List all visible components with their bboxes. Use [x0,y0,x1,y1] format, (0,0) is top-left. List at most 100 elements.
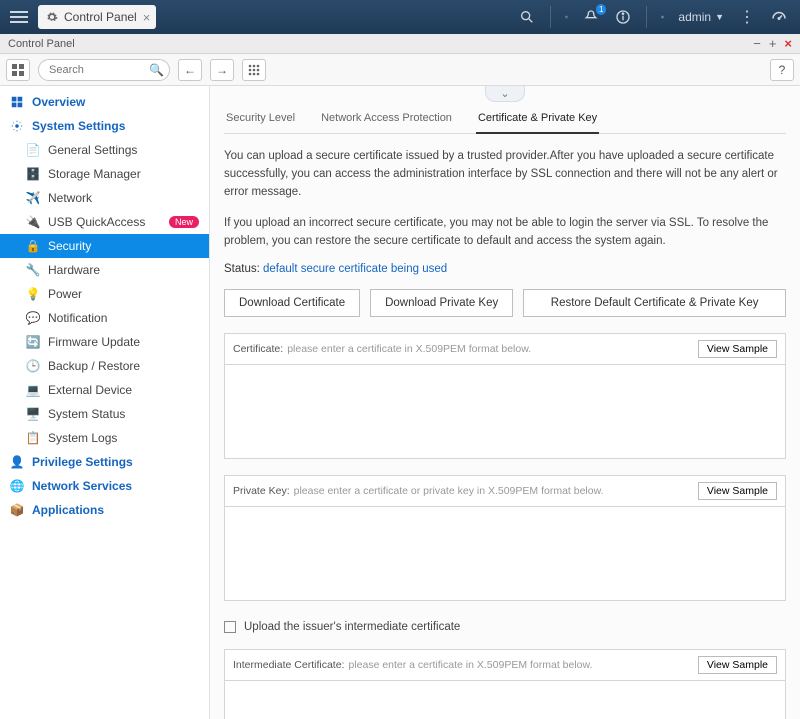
search-field: 🔍 [38,59,170,81]
globe-icon: 🌐 [10,479,24,493]
apps-icon: 📦 [10,503,24,517]
download-private-key-button[interactable]: Download Private Key [370,289,513,317]
sidebar-item-notification[interactable]: 💬 Notification [0,306,209,330]
collapse-nub[interactable]: ⌄ [485,86,525,102]
sidebar: Overview System Settings 📄 General Settin… [0,86,210,719]
tab-network-access-protection[interactable]: Network Access Protection [319,106,454,133]
forward-button[interactable]: → [210,59,234,81]
sidebar-label: USB QuickAccess [48,215,145,229]
app-tab-label: Control Panel [64,10,137,24]
window-controls: − + × [753,36,792,51]
topbar-icons: 1 admin▼ ⋮ [518,6,794,28]
more-icon[interactable]: ⋮ [738,8,756,26]
view-grid-button[interactable] [6,59,30,81]
gear-icon [46,11,58,23]
menu-icon[interactable] [6,4,32,30]
private-key-header: Private Key: please enter a certificate … [224,475,786,506]
sidebar-label: Power [48,287,82,301]
intermediate-checkbox-row: Upload the issuer's intermediate certifi… [224,621,786,633]
sidebar-label: Network Services [32,479,132,493]
certificate-view-sample-button[interactable]: View Sample [698,340,777,358]
sidebar-label: Notification [48,311,107,325]
device-icon: 💻 [26,383,40,397]
sidebar-item-usb-quickaccess[interactable]: 🔌USB QuickAccessNew [0,210,209,234]
close-tab-icon[interactable]: × [143,10,151,25]
storage-icon: 🗄️ [26,167,40,181]
intermediate-hint: please enter a certificate in X.509PEM f… [348,659,592,671]
window-header: Control Panel − + × [0,34,800,54]
action-buttons: Download Certificate Download Private Ke… [224,289,786,317]
intermediate-view-sample-button[interactable]: View Sample [698,656,777,674]
notification-badge: 1 [596,4,606,15]
certificate-box: Certificate: please enter a certificate … [224,333,786,459]
main-area: Overview System Settings 📄 General Settin… [0,86,800,719]
bell-icon: 💬 [26,311,40,325]
user-menu[interactable]: admin▼ [678,10,724,24]
content-tabs: Security Level Network Access Protection… [224,106,786,134]
notifications-icon[interactable]: 1 [582,8,600,26]
update-icon: 🔄 [26,335,40,349]
tasks-icon[interactable] [550,6,568,28]
sidebar-label: General Settings [48,143,137,157]
sidebar-item-hardware[interactable]: 🔧Hardware [0,258,209,282]
network-icon: ✈️ [26,191,40,205]
search-icon[interactable] [518,8,536,26]
window-title: Control Panel [8,38,75,50]
content-pane: ⌄ Security Level Network Access Protecti… [210,86,800,719]
sidebar-group-system-settings[interactable]: System Settings [0,114,209,138]
tab-security-level[interactable]: Security Level [224,106,297,133]
dashboard-icon[interactable] [770,8,788,26]
info-icon[interactable] [614,8,632,26]
topbar: Control Panel × 1 admin▼ ⋮ [0,0,800,34]
sidebar-label: System Status [48,407,125,421]
sidebar-item-security[interactable]: 🔒Security [0,234,209,258]
certificate-header: Certificate: please enter a certificate … [224,333,786,364]
certificate-textarea[interactable] [224,364,786,459]
sidebar-item-backup-restore[interactable]: 🕒 Backup / Restore [0,354,209,378]
sidebar-item-network[interactable]: ✈️Network [0,186,209,210]
sidebar-item-firmware-update[interactable]: 🔄Firmware Update [0,330,209,354]
sidebar-item-system-status[interactable]: 🖥️ System Status [0,402,209,426]
intermediate-textarea[interactable] [224,680,786,719]
sidebar-group-applications[interactable]: 📦Applications [0,498,209,522]
monitor-icon: 🖥️ [26,407,40,421]
sidebar-item-power[interactable]: 💡Power [0,282,209,306]
sidebar-group-network-services[interactable]: 🌐 Network Services [0,474,209,498]
user-icon[interactable] [646,6,664,28]
status-line: Status: default secure certificate being… [224,263,786,275]
intermediate-checkbox[interactable] [224,621,236,633]
status-label: Status: [224,263,260,275]
sidebar-label: Overview [32,95,85,109]
sidebar-label: Backup / Restore [48,359,140,373]
doc-icon: 📄 [26,143,40,157]
help-button[interactable]: ? [770,59,794,81]
app-tab-control-panel[interactable]: Control Panel × [38,5,156,29]
certificate-label: Certificate: [233,343,283,355]
toolbar: 🔍 ← → ? [0,54,800,86]
intro-paragraph-2: If you upload an incorrect secure certif… [224,215,786,251]
tab-certificate-private-key[interactable]: Certificate & Private Key [476,106,599,134]
apps-button[interactable] [242,59,266,81]
restore-default-button[interactable]: Restore Default Certificate & Private Ke… [523,289,786,317]
chevron-down-icon: ▼ [715,12,724,22]
private-key-view-sample-button[interactable]: View Sample [698,482,777,500]
sidebar-item-storage-manager[interactable]: 🗄️Storage Manager [0,162,209,186]
download-certificate-button[interactable]: Download Certificate [224,289,360,317]
backup-icon: 🕒 [26,359,40,373]
back-button[interactable]: ← [178,59,202,81]
sidebar-group-privilege-settings[interactable]: 👤Privilege Settings [0,450,209,474]
usb-icon: 🔌 [26,215,40,229]
maximize-icon[interactable]: + [769,36,777,51]
intermediate-header: Intermediate Certificate: please enter a… [224,649,786,680]
sidebar-item-system-logs[interactable]: 📋System Logs [0,426,209,450]
search-input[interactable] [38,59,170,81]
sidebar-item-external-device[interactable]: 💻External Device [0,378,209,402]
close-icon[interactable]: × [784,36,792,51]
sidebar-item-general-settings[interactable]: 📄 General Settings [0,138,209,162]
private-key-textarea[interactable] [224,506,786,601]
chip-icon: 🔧 [26,263,40,277]
sidebar-group-overview[interactable]: Overview [0,90,209,114]
gear-icon [10,119,24,133]
intermediate-label: Intermediate Certificate: [233,659,344,671]
minimize-icon[interactable]: − [753,36,761,51]
